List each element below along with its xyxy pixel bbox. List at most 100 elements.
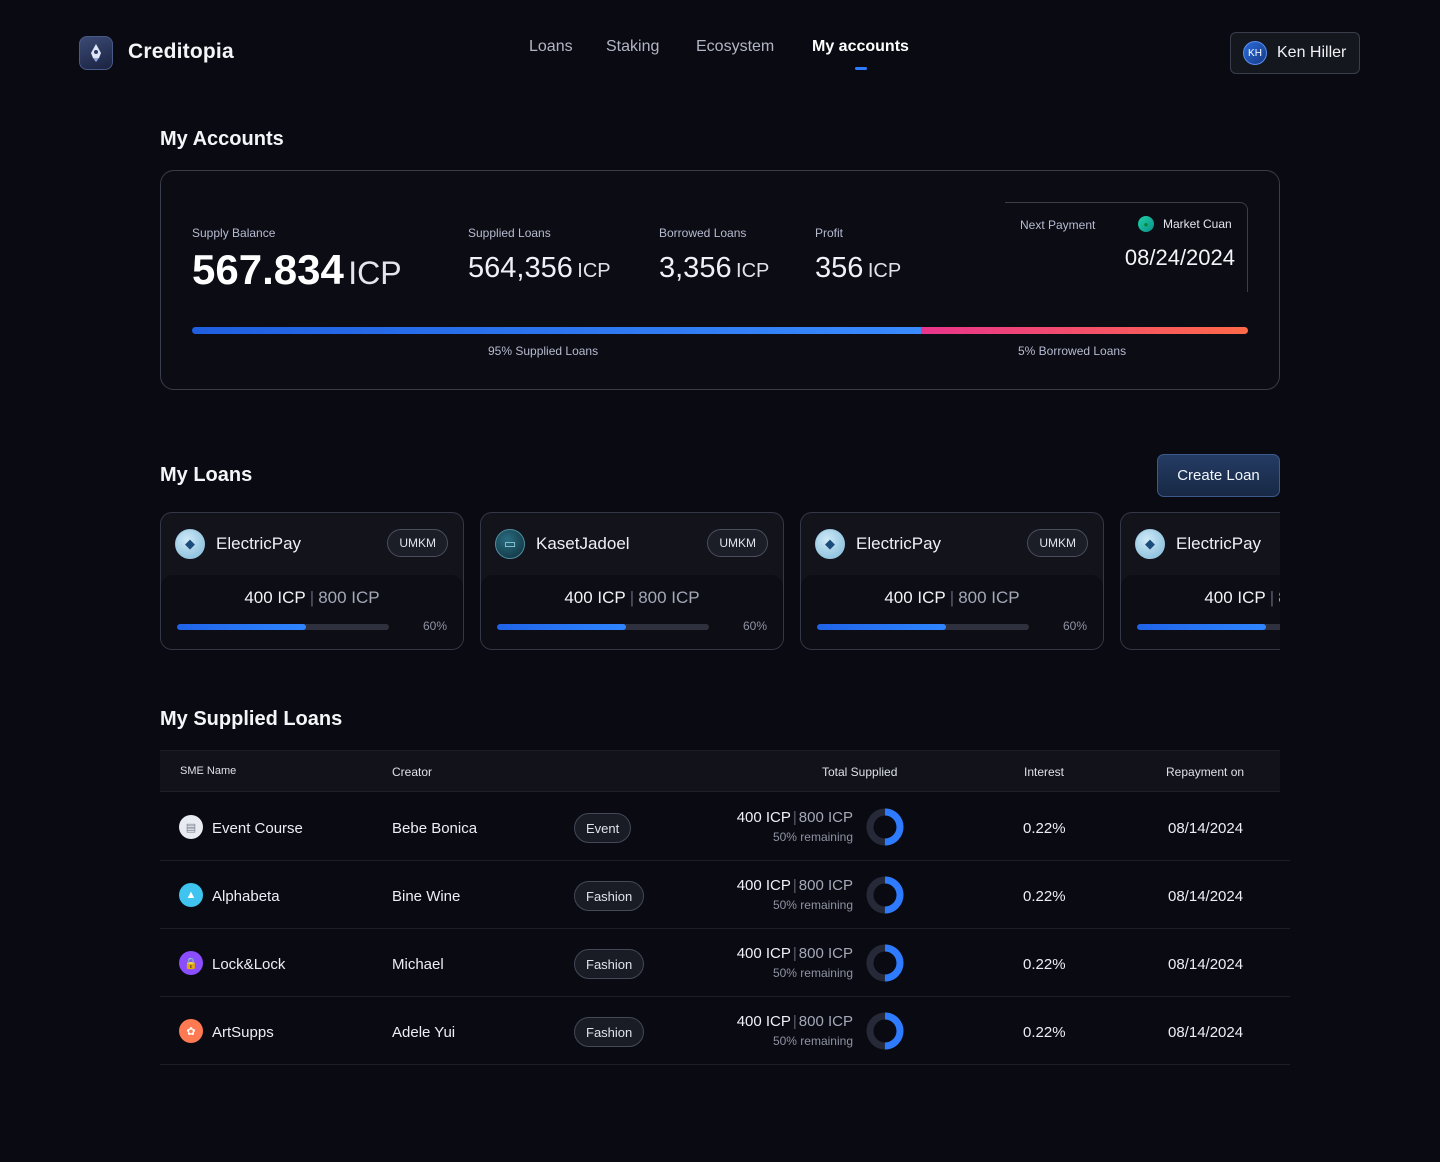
sme-name[interactable]: Lock&Lock — [212, 956, 285, 973]
loan-card-name: ElectricPay — [216, 534, 302, 553]
loan-card-body: 400 ICP|800 ICP 60% — [1121, 575, 1280, 649]
nav-ecosystem[interactable]: Ecosystem — [696, 38, 774, 56]
profit-value: 356 ICP — [815, 252, 901, 285]
total-supplied: 400 ICP | 800 ICP 50% remaining — [737, 1013, 853, 1048]
loan-progress-bar — [1137, 624, 1280, 630]
loan-card[interactable]: ◆ ElectricPay UMKM 400 ICP|800 ICP 60% — [1120, 512, 1280, 650]
lock-logo-icon: 🔒 — [179, 951, 203, 975]
remaining-donut — [866, 808, 904, 846]
remaining-label: 50% remaining — [772, 1034, 853, 1048]
total-supplied: 400 ICP | 800 ICP 50% remaining — [737, 809, 853, 844]
loan-total: 800 ICP — [318, 588, 380, 607]
loan-total: 800 ICP — [638, 588, 700, 607]
loan-card-badge: UMKM — [1027, 529, 1088, 557]
col-repayment[interactable]: Repayment on — [1166, 765, 1244, 779]
supplied-total: 800 ICP — [798, 1013, 853, 1030]
supplied-amount: 400 ICP | 800 ICP — [737, 1013, 853, 1030]
total-supplied: 400 ICP | 800 ICP 50% remaining — [737, 877, 853, 912]
loan-total: 800 ICP — [1278, 588, 1280, 607]
remaining-donut — [866, 944, 904, 982]
table-row[interactable]: ▤ Event Course Bebe Bonica Event 400 ICP… — [160, 793, 1290, 861]
supplied-value: 400 ICP — [736, 877, 791, 894]
table-row[interactable]: ✿ ArtSupps Adele Yui Fashion 400 ICP | 800… — [160, 997, 1290, 1065]
user-avatar: KH — [1243, 41, 1267, 65]
artsupps-logo-icon: ✿ — [179, 1019, 203, 1043]
loan-progress-bar — [497, 624, 709, 630]
supply-balance-amount: 567.834 — [192, 246, 344, 293]
supplied-value: 400 ICP — [736, 809, 791, 826]
sme-name[interactable]: Alphabeta — [212, 888, 280, 905]
borrowed-loans-unit: ICP — [736, 260, 770, 282]
loan-card-header: ◆ ElectricPay UMKM — [1121, 513, 1280, 575]
creator-name: Bebe Bonica — [392, 820, 478, 837]
loan-cards-carousel[interactable]: ◆ ElectricPay UMKM 400 ICP | 800 ICP 60% ▭… — [160, 512, 1280, 652]
borrowed-loans-label: Borrowed Loans — [659, 226, 747, 240]
table-row[interactable]: ▲ Alphabeta Bine Wine Fashion 400 ICP | 80… — [160, 861, 1290, 929]
amount-separator: | — [949, 588, 955, 607]
loan-card-name: KasetJadoel — [536, 534, 630, 553]
remaining-donut — [866, 876, 904, 914]
loan-card-amount: 400 ICP|800 ICP — [801, 588, 1103, 608]
col-creator[interactable]: Creator — [392, 765, 432, 779]
supplied-amount: 400 ICP | 800 ICP — [737, 877, 853, 894]
app-logo[interactable] — [79, 36, 113, 70]
loan-amount: 400 ICP — [244, 588, 306, 607]
event-course-logo-icon: ▤ — [179, 815, 203, 839]
loan-progress-bar — [177, 624, 389, 630]
sme-name[interactable]: Event Course — [212, 820, 303, 837]
sme-name[interactable]: ArtSupps — [212, 1024, 274, 1041]
creator-name: Bine Wine — [392, 888, 461, 905]
remaining-donut — [866, 1012, 904, 1050]
borrowed-loans-amount: 3,356 — [659, 252, 732, 284]
loan-card-body: 400 ICP|800 ICP 60% — [161, 575, 463, 649]
supplied-title: My Supplied Loans — [160, 708, 343, 730]
create-loan-button[interactable]: Create Loan — [1157, 454, 1280, 497]
electric-logo-icon: ◆ — [1135, 529, 1165, 559]
remaining-label: 50% remaining — [772, 966, 853, 980]
market-cuan-icon: ● — [1138, 216, 1154, 232]
supplied-value: 400 ICP — [736, 945, 791, 962]
loan-card-header: ◆ ElectricPay UMKM — [161, 513, 463, 575]
col-total-supplied[interactable]: Total Supplied — [822, 765, 897, 779]
user-name: Ken Hiller — [1277, 44, 1347, 61]
supply-balance-value: 567.834 ICP — [192, 246, 402, 294]
nav-staking[interactable]: Staking — [606, 38, 659, 56]
loan-card[interactable]: ◆ ElectricPay UMKM 400 ICP|800 ICP 60% — [160, 512, 464, 650]
profit-label: Profit — [815, 226, 844, 240]
loan-progress-fill — [817, 624, 947, 630]
user-menu-button[interactable]: KH Ken Hiller — [1230, 32, 1360, 74]
nav-active-indicator — [855, 67, 867, 70]
loan-card-header: ▭ KasetJadoel UMKM — [481, 513, 783, 575]
loan-card[interactable]: ▭ KasetJadoel UMKM 400 ICP | 800 ICP 60% — [480, 512, 784, 650]
brand-name[interactable]: Creditopia — [128, 40, 234, 64]
col-sme-name[interactable]: SME Name — [180, 765, 236, 777]
category-tag: Fashion — [574, 1017, 645, 1047]
supplied-loans-label: Supplied Loans — [468, 226, 551, 240]
loans-title: My Loans — [160, 464, 253, 486]
loan-card[interactable]: ◆ ElectricPay UMKM 400 ICP|800 ICP 60% — [800, 512, 1104, 650]
amount-separator: | — [792, 945, 797, 962]
accounts-title: My Accounts — [160, 128, 284, 150]
loan-progress-fill — [1137, 624, 1267, 630]
nav-loans[interactable]: Loans — [529, 38, 573, 56]
next-payment-date: 08/24/2024 — [1124, 245, 1235, 270]
rocket-icon — [91, 44, 101, 62]
interest-rate: 0.22% — [1023, 888, 1066, 905]
category-tag: Fashion — [574, 949, 645, 979]
supplied-amount: 400 ICP | 800 ICP — [737, 945, 853, 962]
loan-card-badge: UMKM — [387, 529, 448, 557]
nav-my-accounts[interactable]: My accounts — [812, 38, 909, 56]
table-row[interactable]: 🔒 Lock&Lock Michael Fashion 400 ICP | 800 … — [160, 929, 1290, 997]
table-header: SME Name Creator Total Supplied Interest… — [160, 750, 1280, 792]
loan-card-amount: 400 ICP|800 ICP — [1121, 588, 1280, 608]
supplied-loans-value: 564,356 ICP — [468, 252, 611, 285]
creator-name: Adele Yui — [392, 1024, 456, 1041]
supply-borrow-bar — [192, 327, 1248, 334]
loan-progress-label: 60% — [422, 619, 447, 633]
interest-rate: 0.22% — [1023, 1024, 1066, 1041]
remaining-label: 50% remaining — [772, 898, 853, 912]
col-interest[interactable]: Interest — [1024, 765, 1064, 779]
loan-card-header: ◆ ElectricPay UMKM — [801, 513, 1103, 575]
interest-rate: 0.22% — [1023, 956, 1066, 973]
supplied-total: 800 ICP — [798, 945, 853, 962]
